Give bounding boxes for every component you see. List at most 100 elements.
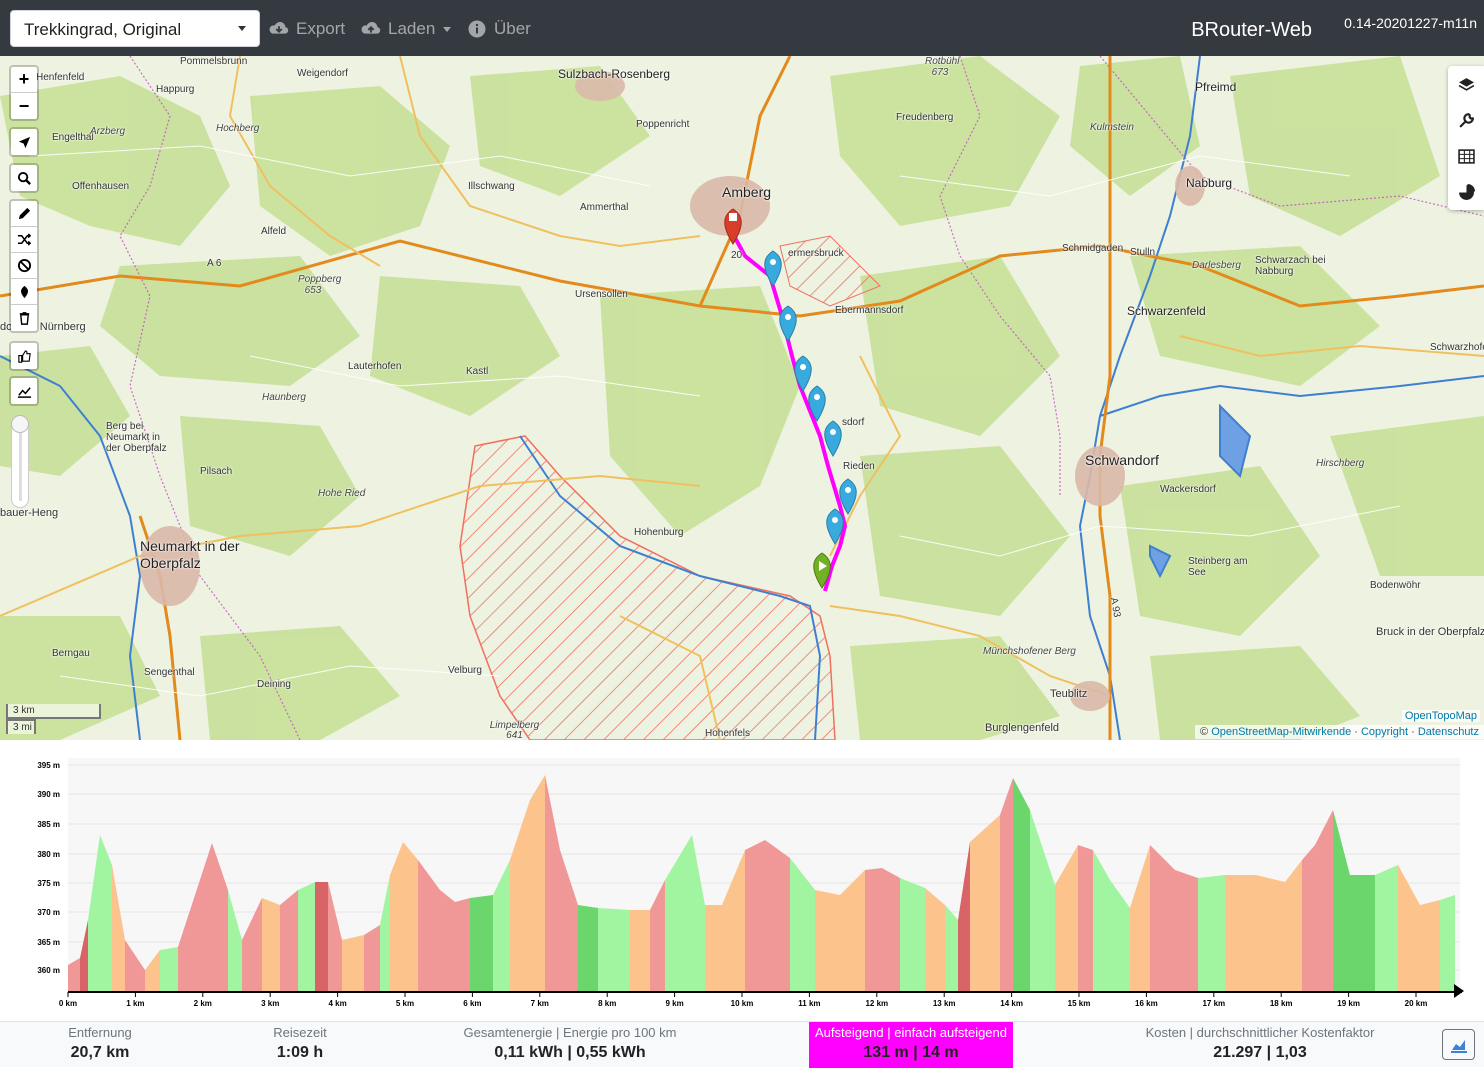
elevation-segment (440, 890, 455, 992)
slider-handle[interactable] (11, 415, 29, 433)
elevation-segment (470, 895, 493, 992)
map-label: Freudenberg (896, 112, 954, 123)
energy-value: 0,11 kWh | 0,55 kWh (494, 1044, 646, 1061)
map-label: Berg bei Neumarkt in der Oberpfalz (106, 421, 167, 454)
distance-stat: Entfernung 20,7 km (40, 1022, 160, 1068)
x-tick-label: 2 km (194, 999, 212, 1008)
sidebar-tabs (1448, 66, 1484, 210)
map-label: Ebermannsdorf (835, 305, 904, 316)
energy-stat: Gesamtenergie | Energie pro 100 km 0,11 … (440, 1022, 700, 1068)
x-tick-label: 19 km (1337, 999, 1360, 1008)
elevation-segment (298, 882, 315, 992)
elevation-segment (530, 775, 545, 992)
map-label: Bruck in der Oberpfalz (1376, 626, 1484, 638)
map-label: Rieden (843, 461, 875, 472)
map-label: Schwandorf (1085, 452, 1159, 468)
thumbs-up-icon (17, 349, 31, 363)
elevation-toggle-button[interactable] (11, 378, 37, 404)
time-value: 1:09 h (276, 1044, 324, 1061)
map-view[interactable]: Henfenfeld Pommelsbrunn Weigendorf Sulzb… (0, 56, 1484, 740)
delete-route-button[interactable] (11, 305, 37, 331)
time-stat: Reisezeit 1:09 h (240, 1022, 360, 1068)
map-label: Kulmstein (1090, 122, 1134, 133)
profile-select[interactable]: Trekkingrad, Original (10, 10, 260, 47)
version-label: 0.14-20201227-m11n (1344, 15, 1477, 31)
map-label: Arzberg (90, 126, 126, 137)
elevation-segment (262, 898, 280, 992)
elevation-segment (1440, 895, 1455, 992)
attribution-prefix: © (1200, 726, 1209, 738)
osm-link[interactable]: OpenStreetMap-Mitwirkende (1211, 726, 1351, 738)
y-tick-label: 365 m (37, 938, 60, 947)
map-label: Hohe Ried (318, 488, 366, 499)
elevation-segment (765, 840, 790, 992)
ascent-stat[interactable]: Aufsteigend | einfach aufsteigend 131 m … (809, 1022, 1013, 1068)
draw-route-button[interactable] (11, 201, 37, 227)
cloud-upload-icon (361, 21, 381, 34)
cost-label: Kosten | durchschnittlicher Kostenfaktor (1145, 1025, 1375, 1040)
ascent-label: Aufsteigend | einfach aufsteigend (814, 1025, 1008, 1040)
map-label: ermersbruck (788, 248, 844, 259)
x-tick-label: 7 km (531, 999, 549, 1008)
map-label: Sulzbach-Rosenberg (558, 67, 671, 81)
y-tick-label: 360 m (37, 966, 60, 975)
search-control (9, 163, 39, 193)
load-menu[interactable]: Laden (360, 16, 452, 42)
about-link[interactable]: Über (466, 16, 531, 42)
elevation-segment (745, 840, 765, 992)
search-button[interactable] (11, 165, 37, 191)
y-tick-label: 375 m (37, 879, 60, 888)
elevation-segment (280, 890, 298, 992)
map-label: Schwarzenfeld (1127, 304, 1206, 318)
x-tick-label: 8 km (598, 999, 616, 1008)
x-tick-label: 5 km (396, 999, 414, 1008)
elevation-segment (1013, 778, 1030, 992)
layers-tab[interactable] (1448, 66, 1484, 102)
no-go-area-button[interactable] (11, 253, 37, 279)
x-tick-label: 17 km (1202, 999, 1225, 1008)
thumbs-up-button[interactable] (11, 343, 37, 369)
locate-button[interactable] (11, 129, 37, 155)
trash-icon (19, 311, 29, 325)
map-scale: 3 km 3 mi (6, 704, 101, 734)
x-tick-label: 16 km (1135, 999, 1158, 1008)
map-label: Ursensollen (575, 289, 628, 300)
privacy-link[interactable]: Datenschutz (1418, 726, 1479, 738)
analysis-tab[interactable] (1448, 174, 1484, 210)
table-icon (1457, 148, 1475, 164)
topo-map-tiles (0, 56, 1484, 740)
beeline-button[interactable] (11, 279, 37, 305)
map-label: Poppenricht (636, 119, 690, 130)
chevron-down-icon (238, 26, 246, 31)
map-marker-icon (20, 285, 28, 299)
map-label: Henfenfeld (36, 72, 85, 83)
elevation-toggle-button[interactable] (1442, 1029, 1475, 1060)
itinerary-tab[interactable] (1448, 138, 1484, 174)
x-tick-label: 18 km (1270, 999, 1293, 1008)
copyright-link[interactable]: Copyright (1361, 726, 1408, 738)
elevation-segment (160, 947, 178, 992)
elevation-segment (705, 905, 722, 992)
elevation-segment (945, 905, 958, 992)
elevation-profile[interactable]: 395 m 390 m 385 m 380 m 375 m 370 m 365 m 360 m… (0, 740, 1484, 1021)
settings-tab[interactable] (1448, 102, 1484, 138)
distance-value: 20,7 km (70, 1044, 130, 1061)
zoom-out-button[interactable]: − (11, 93, 37, 119)
elevation-segment (455, 898, 470, 992)
map-label: Deining (257, 679, 291, 690)
x-tick-label: 11 km (798, 999, 820, 1008)
locate-control (9, 127, 39, 157)
reverse-route-button[interactable] (11, 227, 37, 253)
elevation-segment (342, 935, 364, 992)
elevation-segment (882, 868, 900, 992)
load-label: Laden (388, 19, 436, 38)
export-label: Export (296, 19, 346, 38)
opacity-slider[interactable] (11, 415, 29, 508)
map-label: Illschwang (468, 181, 515, 192)
zoom-in-button[interactable]: + (11, 67, 37, 93)
time-label: Reisezeit (273, 1025, 327, 1040)
map-label: Amberg (722, 184, 772, 200)
export-menu[interactable]: Export (268, 16, 345, 42)
layer-attribution[interactable]: OpenTopoMap (1401, 710, 1480, 722)
caret-down-icon (443, 26, 452, 32)
